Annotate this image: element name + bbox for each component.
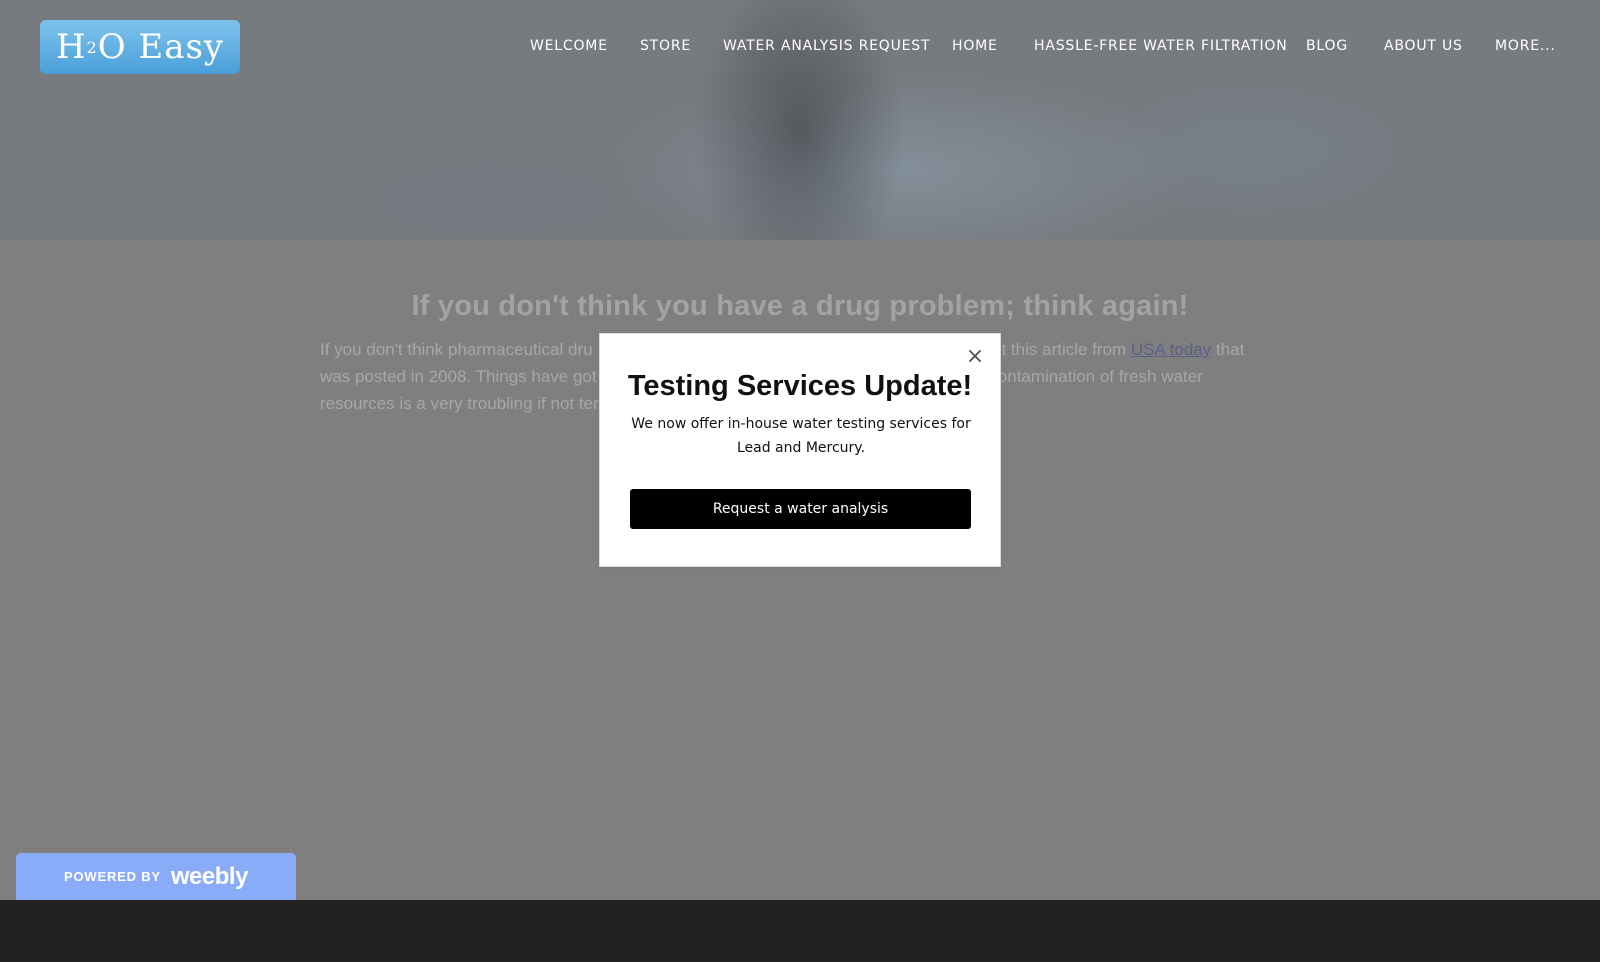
close-icon[interactable]: ×: [964, 346, 986, 368]
popup-title: Testing Services Update!: [627, 370, 973, 402]
page: H2O Easy WELCOME STORE WATER ANALYSIS RE…: [0, 0, 1600, 962]
testing-services-popup: × Testing Services Update! We now offer …: [599, 333, 1001, 567]
bottom-bar: [0, 900, 1600, 962]
popup-message: We now offer in-house water testing serv…: [631, 416, 971, 456]
request-water-analysis-button[interactable]: Request a water analysis: [630, 489, 971, 529]
